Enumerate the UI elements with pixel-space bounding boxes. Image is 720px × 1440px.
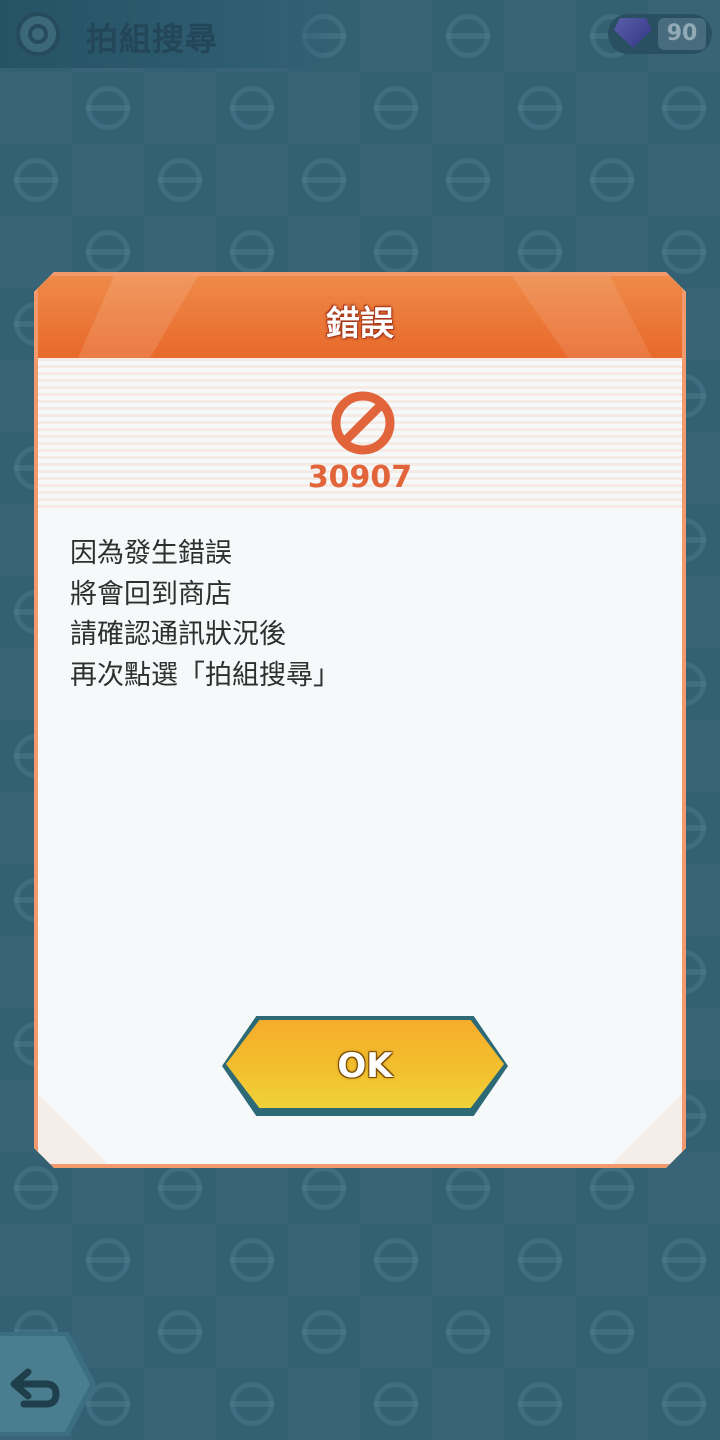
- prohibited-icon: [330, 390, 396, 456]
- error-message: 因為發生錯誤 將會回到商店 請確認通訊狀況後 再次點選「拍組搜尋」: [70, 534, 630, 696]
- dialog-header: 錯誤: [38, 276, 682, 358]
- message-line: 將會回到商店: [70, 578, 232, 610]
- message-line: 請確認通訊狀況後: [70, 619, 286, 650]
- ok-button-label: OK: [337, 1046, 393, 1086]
- message-line: 再次點選「拍組搜尋」: [70, 659, 340, 691]
- ok-button[interactable]: OK: [222, 1016, 508, 1116]
- corner-decoration: [612, 1094, 682, 1164]
- message-line: 因為發生錯誤: [70, 538, 232, 569]
- back-arrow-icon: [10, 1368, 60, 1408]
- error-code: 30907: [307, 460, 413, 495]
- corner-decoration: [38, 1094, 108, 1164]
- dialog-title: 錯誤: [326, 304, 394, 344]
